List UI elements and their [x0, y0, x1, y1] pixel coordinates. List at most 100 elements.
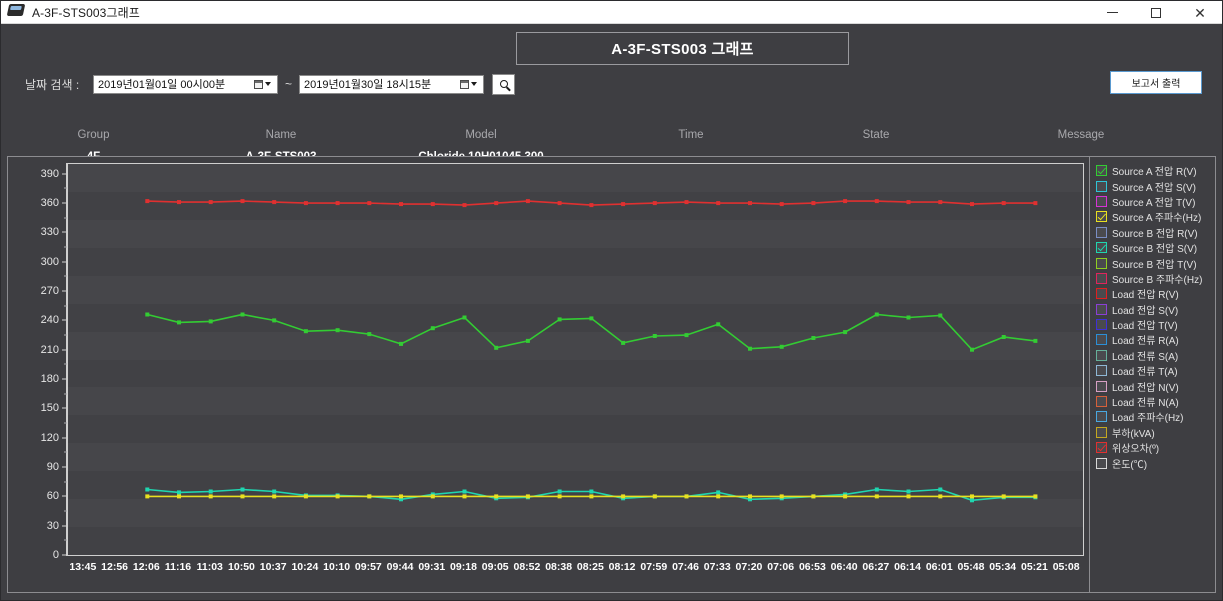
y-axis: 0306090120150180210240270300330360390 — [8, 163, 67, 556]
chart-data-point — [1033, 339, 1037, 343]
x-axis-tick-label: 07:59 — [640, 561, 667, 573]
x-axis-tick-label: 11:16 — [165, 561, 191, 573]
chart-data-point — [970, 202, 974, 206]
column-header-model: Model — [376, 129, 586, 141]
minimize-button[interactable] — [1090, 1, 1134, 24]
legend-checkbox[interactable] — [1096, 227, 1107, 238]
search-button[interactable] — [492, 74, 515, 95]
chart-data-point — [272, 200, 276, 204]
chart-data-point — [907, 494, 911, 498]
chart-data-point — [1002, 335, 1006, 339]
chart-data-point — [780, 345, 784, 349]
chart-data-point — [653, 494, 657, 498]
chart-data-point — [685, 200, 689, 204]
x-axis-tick-label: 05:21 — [1021, 561, 1048, 573]
legend-checkbox[interactable] — [1096, 319, 1107, 330]
legend-item[interactable]: Load 주파수(Hz) — [1090, 409, 1215, 424]
legend-checkbox[interactable] — [1096, 165, 1107, 176]
legend-item[interactable]: Source A 주파수(Hz) — [1090, 209, 1215, 224]
legend-checkbox[interactable] — [1096, 211, 1107, 222]
chart-data-point — [177, 200, 181, 204]
chart-data-point — [843, 330, 847, 334]
legend-checkbox[interactable] — [1096, 304, 1107, 315]
chart-data-point — [653, 334, 657, 338]
chart-data-point — [621, 341, 625, 345]
legend-checkbox[interactable] — [1096, 288, 1107, 299]
legend-checkbox[interactable] — [1096, 458, 1107, 469]
legend-item[interactable]: Load 전압 S(V) — [1090, 302, 1215, 317]
chart-data-point — [875, 313, 879, 317]
legend-item[interactable]: Source A 전압 T(V) — [1090, 194, 1215, 209]
chart-data-point — [938, 314, 942, 318]
x-axis-tick-label: 09:05 — [482, 561, 509, 573]
legend-item[interactable]: 부하(kVA) — [1090, 425, 1215, 440]
legend-item[interactable]: Load 전류 S(A) — [1090, 348, 1215, 363]
legend-checkbox[interactable] — [1096, 196, 1107, 207]
y-axis-tick-label: 300 — [41, 256, 59, 268]
chart-data-point — [970, 498, 974, 502]
date-to-input[interactable]: 2019년01월30일 18시15분 — [299, 75, 484, 94]
chart-data-point — [938, 488, 942, 492]
legend-checkbox[interactable] — [1096, 381, 1107, 392]
legend-checkbox[interactable] — [1096, 258, 1107, 269]
legend-item[interactable]: Source B 전압 R(V) — [1090, 225, 1215, 240]
chart-data-point — [367, 201, 371, 205]
legend-checkbox[interactable] — [1096, 181, 1107, 192]
chart-data-point — [241, 313, 245, 317]
legend-item[interactable]: Source B 전압 S(V) — [1090, 240, 1215, 255]
legend-checkbox[interactable] — [1096, 350, 1107, 361]
legend-item[interactable]: Source B 전압 T(V) — [1090, 255, 1215, 270]
legend-checkbox[interactable] — [1096, 442, 1107, 453]
chart-data-point — [209, 490, 213, 494]
x-axis-tick-label: 10:24 — [291, 561, 318, 573]
chart-data-point — [399, 202, 403, 206]
legend-item[interactable]: Source A 전압 R(V) — [1090, 163, 1215, 178]
app-window-icon — [8, 4, 26, 20]
legend-checkbox[interactable] — [1096, 334, 1107, 345]
legend-checkbox[interactable] — [1096, 273, 1107, 284]
x-axis-tick-label: 08:25 — [577, 561, 604, 573]
legend-item-label: Load 전류 N(A) — [1112, 394, 1179, 409]
x-axis-tick-label: 10:10 — [323, 561, 350, 573]
close-button[interactable]: ✕ — [1178, 1, 1222, 24]
chart-data-point — [558, 490, 562, 494]
chart-data-point — [1033, 494, 1037, 498]
x-axis-tick-label: 08:12 — [609, 561, 636, 573]
print-report-button[interactable]: 보고서 출력 — [1110, 71, 1202, 94]
chart-data-point — [209, 200, 213, 204]
plot-area[interactable] — [67, 163, 1084, 556]
x-axis-tick-label: 07:46 — [672, 561, 699, 573]
legend-item[interactable]: Load 전류 R(A) — [1090, 332, 1215, 347]
maximize-button[interactable] — [1134, 1, 1178, 24]
chart-data-point — [811, 494, 815, 498]
legend-item[interactable]: 위상오차(º) — [1090, 440, 1215, 455]
legend-checkbox[interactable] — [1096, 242, 1107, 253]
legend-item[interactable]: Source A 전압 S(V) — [1090, 178, 1215, 193]
x-axis: 13:4512:5612:0611:1611:0310:5010:3710:24… — [67, 559, 1084, 581]
legend-item[interactable]: Source B 주파수(Hz) — [1090, 271, 1215, 286]
chart-data-point — [526, 199, 530, 203]
legend-item-label: Source B 주파수(Hz) — [1112, 271, 1202, 286]
page-title: A-3F-STS003 그래프 — [516, 32, 849, 65]
legend-checkbox[interactable] — [1096, 365, 1107, 376]
date-from-dropdown[interactable] — [248, 76, 276, 93]
chart-data-point — [970, 348, 974, 352]
legend-item[interactable]: Load 전압 R(V) — [1090, 286, 1215, 301]
legend-checkbox[interactable] — [1096, 427, 1107, 438]
date-from-input[interactable]: 2019년01월01일 00시00분 — [93, 75, 278, 94]
legend-checkbox[interactable] — [1096, 411, 1107, 422]
chart-data-point — [685, 494, 689, 498]
legend-item[interactable]: 온도(℃) — [1090, 455, 1215, 470]
minimize-icon — [1107, 12, 1118, 13]
legend-item[interactable]: Load 전류 T(A) — [1090, 363, 1215, 378]
legend-item[interactable]: Load 전압 N(V) — [1090, 378, 1215, 393]
chart-data-point — [367, 332, 371, 336]
legend-item-label: 온도(℃) — [1112, 456, 1147, 471]
date-to-dropdown[interactable] — [454, 76, 482, 93]
x-axis-tick-label: 08:52 — [513, 561, 540, 573]
legend-checkbox[interactable] — [1096, 396, 1107, 407]
legend-item[interactable]: Load 전류 N(A) — [1090, 394, 1215, 409]
chart-data-point — [780, 494, 784, 498]
legend-item[interactable]: Load 전압 T(V) — [1090, 317, 1215, 332]
chart-data-point — [716, 490, 720, 494]
